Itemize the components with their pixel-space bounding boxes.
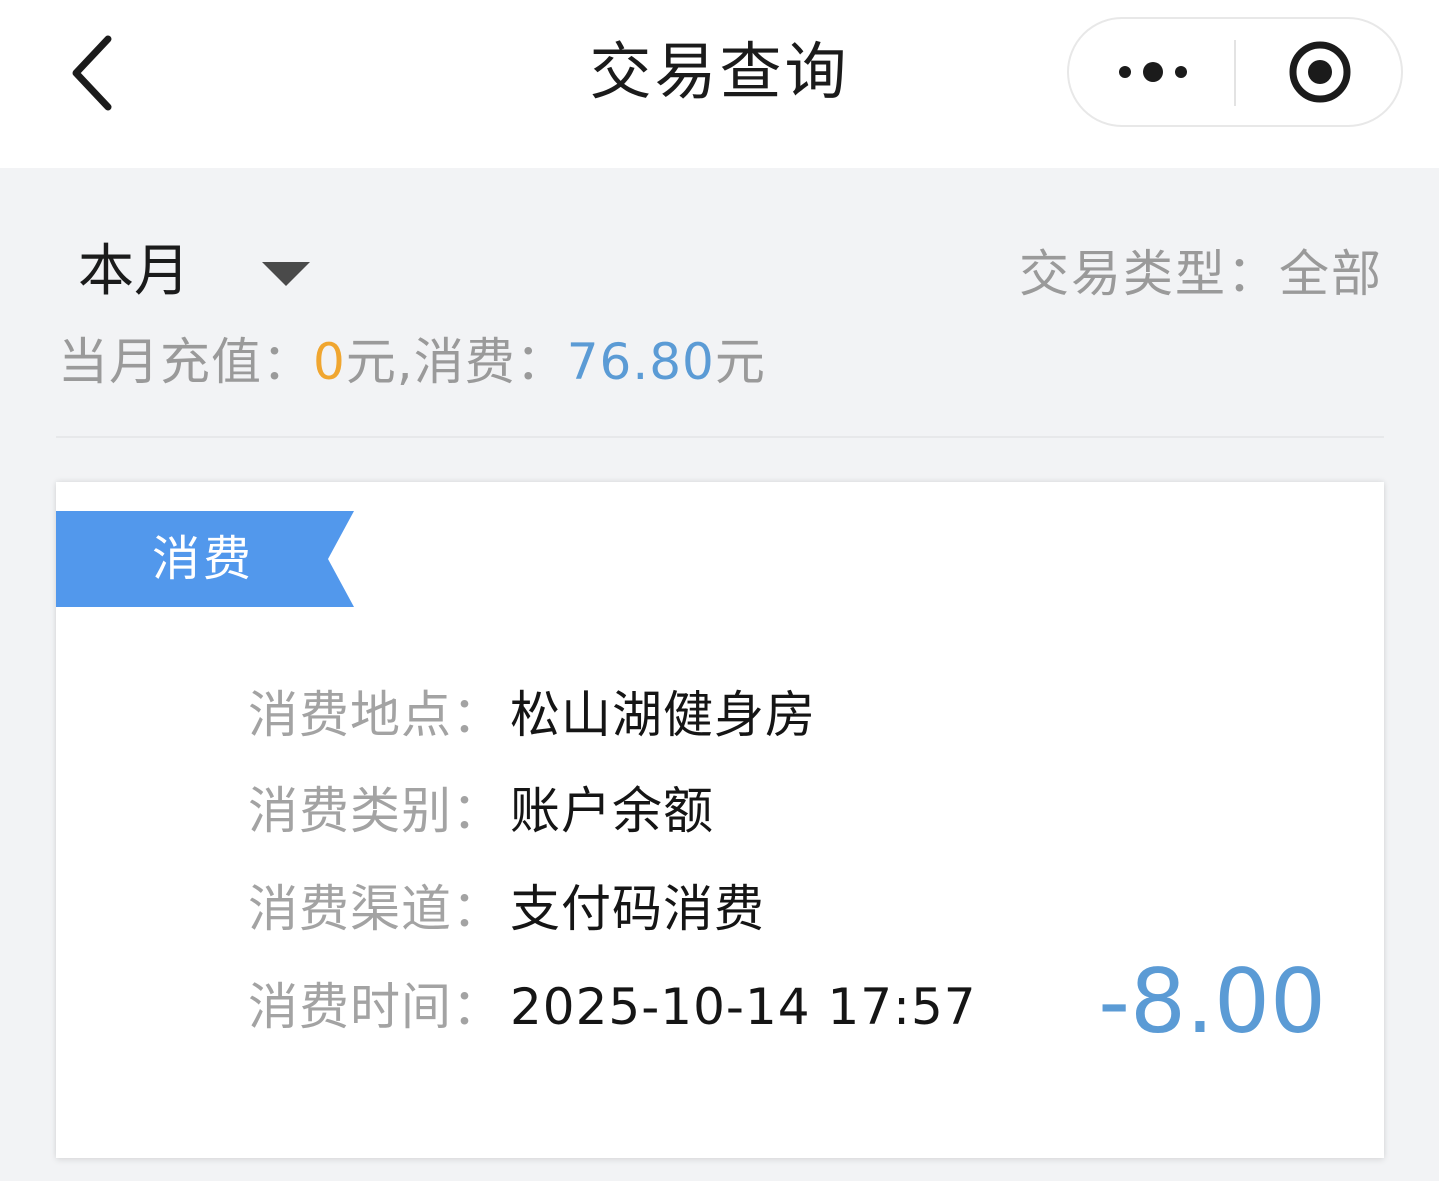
channel-label: 消费渠道： — [248, 880, 503, 938]
location-row: 消费地点： 松山湖健身房 — [248, 680, 816, 750]
spend-amount: 76.80 — [566, 333, 715, 391]
category-row: 消费类别： 账户余额 — [248, 776, 714, 846]
time-label: 消费时间： — [248, 978, 503, 1036]
recharge-amount: 0 — [313, 333, 346, 391]
type-filter-label: 交易类型： — [1019, 245, 1279, 303]
more-dots-icon — [1119, 62, 1187, 82]
channel-value: 支付码消费 — [510, 880, 765, 938]
caret-down-icon — [262, 262, 310, 286]
location-label: 消费地点： — [248, 686, 503, 744]
recharge-unit: 元, — [345, 333, 414, 391]
capsule-divider — [1234, 40, 1236, 106]
location-value: 松山湖健身房 — [510, 686, 816, 744]
period-dropdown[interactable]: 本月 — [78, 240, 310, 304]
divider — [56, 436, 1384, 438]
category-value: 账户余额 — [510, 782, 714, 840]
transaction-type-filter[interactable]: 交易类型：全部 — [1019, 244, 1383, 304]
target-circle-icon — [1289, 41, 1351, 103]
transaction-type-ribbon: 消费 — [56, 511, 356, 609]
time-row: 消费时间： 2025-10-14 17:57 — [248, 972, 977, 1042]
nav-bar: 交易查询 — [0, 0, 1439, 168]
close-button[interactable] — [1237, 19, 1403, 125]
filter-bar: 本月 交易类型：全部 — [0, 210, 1439, 330]
ribbon-label: 消费 — [152, 531, 255, 587]
period-label: 本月 — [78, 239, 190, 304]
more-button[interactable] — [1069, 19, 1237, 125]
type-filter-value: 全部 — [1279, 245, 1383, 303]
spend-label: 消费： — [413, 333, 567, 391]
category-label: 消费类别： — [248, 782, 503, 840]
transaction-card[interactable]: 消费 消费地点： 松山湖健身房 消费类别： 账户余额 消费渠道： 支付码消费 消费时间… — [56, 482, 1384, 1158]
monthly-summary: 当月充值：0元,消费：76.80元 — [58, 330, 766, 394]
channel-row: 消费渠道： 支付码消费 — [248, 874, 765, 944]
transaction-amount: -8.00 — [1098, 950, 1326, 1053]
spend-unit: 元 — [714, 333, 766, 391]
recharge-label: 当月充值： — [58, 333, 313, 391]
time-value: 2025-10-14 17:57 — [510, 978, 977, 1036]
